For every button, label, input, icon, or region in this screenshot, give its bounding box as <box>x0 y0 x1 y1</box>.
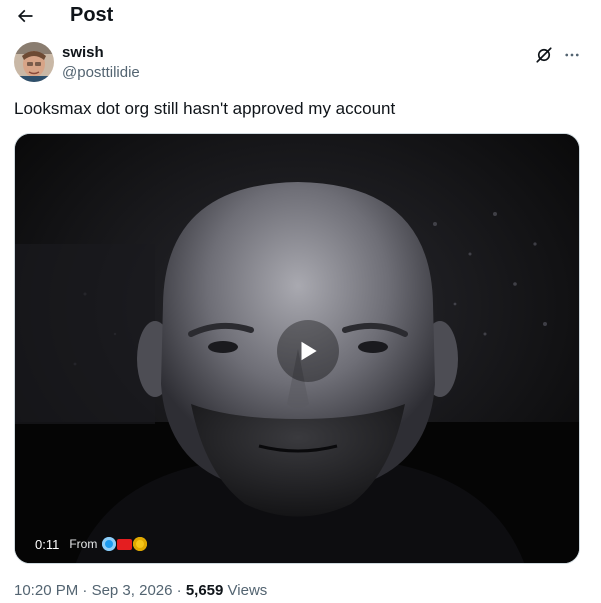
meta-separator: · <box>82 582 88 599</box>
tweet-meta: 10:20 PM · Sep 3, 2026 · 5,659 Views <box>14 581 267 601</box>
from-label: From <box>69 537 98 551</box>
grok-button[interactable] <box>533 44 555 66</box>
more-button[interactable] <box>561 44 583 66</box>
more-icon <box>565 53 579 57</box>
video-player[interactable]: 0:11 From <box>14 133 580 564</box>
tweet-date[interactable]: Sep 3, 2026 <box>92 582 173 599</box>
tweet-time[interactable]: 10:20 PM <box>14 582 78 599</box>
views-label: Views <box>227 582 268 599</box>
author-handle[interactable]: @posttilidie <box>62 64 140 82</box>
video-info-overlay: 0:11 From <box>35 533 148 555</box>
avatar[interactable] <box>14 42 54 82</box>
play-button[interactable] <box>277 320 339 382</box>
video-duration: 0:11 <box>35 536 60 552</box>
views-count: 5,659 <box>185 582 224 599</box>
play-icon <box>301 341 317 361</box>
tweet-text: Looksmax dot org still hasn't approved m… <box>14 99 396 118</box>
meta-separator: · <box>176 582 182 599</box>
top-bar: Post <box>0 0 601 32</box>
page-title: Post <box>70 4 114 26</box>
grok-icon <box>536 47 552 63</box>
globe-icon <box>102 537 117 551</box>
author-display-name[interactable]: swish <box>62 44 104 62</box>
arrow-left-icon <box>17 9 33 23</box>
back-button[interactable] <box>12 3 38 29</box>
flag-icon <box>117 538 133 550</box>
hazard-icon <box>133 537 148 551</box>
